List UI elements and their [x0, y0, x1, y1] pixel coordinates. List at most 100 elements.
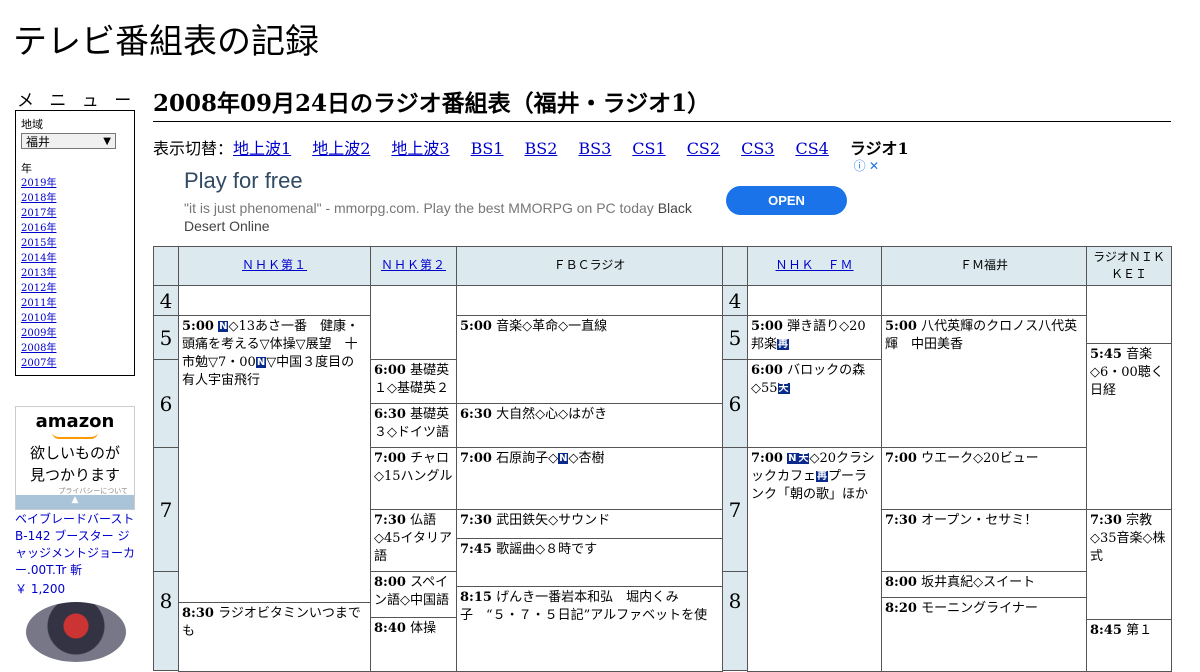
amazon-copy-line1: 欲しいものが — [29, 444, 120, 462]
hour-cell: 7 — [153, 447, 179, 572]
program-title: 大自然◇心◇はがき — [496, 407, 608, 422]
hour-cell: 6 — [722, 359, 748, 448]
year-label: 年 — [21, 162, 32, 175]
program-cell[interactable]: 7:00 ウエーク◇20ビュー — [881, 447, 1087, 510]
region-label: 地域 — [21, 118, 43, 131]
program-cell[interactable]: 8:30 ラジオビタミンいつまでも — [178, 602, 371, 672]
program-time: 7:30 — [885, 513, 917, 528]
empty-slot — [747, 285, 882, 316]
program-cell[interactable]: 7:00 チャロ◇15ハングル — [370, 447, 457, 510]
product-price: ￥ 1,200 — [15, 582, 66, 596]
rerun-badge-icon: 再 — [777, 339, 790, 350]
program-time: 7:00 — [374, 451, 406, 466]
program-time: 5:00 — [885, 319, 917, 334]
channel-link-nhkfm[interactable]: ＮＨＫ ＦＭ — [775, 258, 853, 272]
dropdown-arrow-icon: ▼ — [103, 136, 111, 147]
program-cell[interactable]: 6:30 基礎英３◇ドイツ語 — [370, 403, 457, 448]
menu-heading: メ ニ ュ ー — [17, 91, 137, 111]
hour-cell: 4 — [153, 285, 179, 316]
program-time: 7:30 — [374, 513, 406, 528]
program-title: 体操 — [410, 621, 437, 636]
channel-header-fmfukui: ＦＭ福井 — [881, 246, 1087, 286]
ad-open-button[interactable]: OPEN — [726, 186, 847, 215]
product-title[interactable]: ベイブレードバースト B-142 ブースター ジャッジメントジョーカー.00T.… — [15, 512, 135, 577]
product-link[interactable]: ベイブレードバースト B-142 ブースター ジャッジメントジョーカー.00T.… — [15, 511, 137, 579]
program-cell[interactable]: 7:45 歌謡曲◇８時です — [456, 538, 723, 587]
hour-cell: 6 — [153, 359, 179, 448]
amazon-scroll-up-icon[interactable]: ▲ — [16, 495, 134, 509]
program-cell[interactable]: 7:30 武田鉄矢◇サウンド — [456, 509, 723, 539]
year-link[interactable]: 2010年 — [21, 313, 56, 324]
channel-link-nhk2[interactable]: ＮＨＫ第２ — [381, 258, 446, 272]
empty-slot — [370, 285, 457, 360]
empty-slot — [881, 285, 1087, 316]
channel-header-fbc: ＦＢＣラジオ — [456, 246, 723, 286]
program-title: 音楽◇革命◇一直線 — [496, 319, 608, 334]
year-link[interactable]: 2011年 — [21, 298, 56, 309]
year-link[interactable]: 2008年 — [21, 343, 56, 354]
year-link[interactable]: 2017年 — [21, 208, 56, 219]
program-time: 5:00 — [460, 319, 492, 334]
program-cell[interactable]: 8:45 第１ — [1086, 619, 1172, 672]
year-link[interactable]: 2015年 — [21, 238, 56, 249]
program-title: げんき一番岩本和弘 堀内くみ子 “５・７・５日記”アルファベットを使 — [460, 590, 708, 623]
program-time: 5:00 — [751, 319, 783, 334]
year-link[interactable]: 2016年 — [21, 223, 56, 234]
year-link[interactable]: 2009年 — [21, 328, 56, 339]
program-title: 歌謡曲◇８時です — [496, 542, 598, 557]
program-time: 5:00 — [182, 319, 214, 334]
product-image[interactable] — [26, 602, 126, 662]
page-heading: 2008年09月24日のラジオ番組表（福井・ラジオ1） — [153, 84, 1171, 122]
amazon-copy-line2: 見つかります — [29, 466, 120, 484]
hour-cell: 8 — [153, 571, 179, 671]
channel-header-nikkei: ラジオＮＩＫＫＥＩ — [1086, 246, 1172, 286]
news-badge-icon: N — [787, 453, 798, 464]
program-cell[interactable]: 8:00 坂井真紀◇スイート — [881, 571, 1087, 598]
game-ad-banner[interactable]: ⓘ ✕ Play for free "it is just phenomenal… — [153, 156, 881, 246]
year-link[interactable]: 2014年 — [21, 253, 56, 264]
program-cell[interactable]: 7:30 オープン・セサミ！ — [881, 509, 1087, 572]
year-link[interactable]: 2012年 — [21, 283, 56, 294]
program-cell[interactable]: 5:45 音楽◇6・00聴く日経 — [1086, 343, 1172, 510]
program-cell[interactable]: 5:00 N◇13あさ一番 健康・頭痛を考える▽体操▽展望 十市勉▽7・00N▽… — [178, 315, 371, 603]
program-title: ◇杏樹 — [568, 451, 605, 466]
channel-name-fmfukui: ＦＭ福井 — [959, 258, 1008, 272]
program-time: 8:40 — [374, 621, 406, 636]
channel-link-nhk1[interactable]: ＮＨＫ第１ — [242, 258, 307, 272]
program-time: 8:00 — [885, 575, 917, 590]
program-time: 8:30 — [182, 606, 214, 621]
amazon-ad-banner[interactable]: amazon 欲しいものが 見つかります プライバシーについて ▲ — [15, 406, 135, 510]
program-time: 7:30 — [460, 513, 492, 528]
program-time: 6:30 — [374, 407, 406, 422]
program-cell[interactable]: 7:30 宗教◇35音楽◇株式 — [1086, 509, 1172, 620]
ad-choices-icon[interactable]: ⓘ ✕ — [854, 157, 879, 174]
program-time: 8:45 — [1090, 623, 1122, 638]
region-select[interactable]: 福井 ▼ — [21, 133, 116, 149]
program-cell[interactable]: 6:00 基礎英１◇基礎英２ — [370, 359, 457, 404]
year-link[interactable]: 2013年 — [21, 268, 56, 279]
year-link[interactable]: 2019年 — [21, 178, 56, 189]
program-cell[interactable]: 6:30 大自然◇心◇はがき — [456, 403, 723, 448]
program-cell[interactable]: 8:20 モーニングライナー — [881, 597, 1087, 672]
program-cell[interactable]: 8:40 体操 — [370, 617, 457, 672]
year-link[interactable]: 2018年 — [21, 193, 56, 204]
program-time: 7:45 — [460, 542, 492, 557]
program-cell[interactable]: 5:00 音楽◇革命◇一直線 — [456, 315, 723, 404]
program-cell[interactable]: 8:15 げんき一番岩本和弘 堀内くみ子 “５・７・５日記”アルファベットを使 — [456, 586, 723, 672]
corner-cell — [153, 246, 179, 286]
program-cell[interactable]: 8:00 スペイン語◇中国語 — [370, 571, 457, 618]
program-cell[interactable]: 5:00 弾き語り◇20邦楽再 — [747, 315, 882, 360]
ad-body: "it is just phenomenal" - mmorpg.com. Pl… — [184, 199, 694, 235]
program-cell[interactable]: 7:00 石原詢子◇N◇杏樹 — [456, 447, 723, 510]
program-cell[interactable]: 6:00 バロックの森◇55天 — [747, 359, 882, 448]
ad-headline[interactable]: Play for free — [184, 168, 303, 194]
program-cell[interactable]: 7:00 N 天◇20クラシックカフェ再プーランク「朝の歌」ほか — [747, 447, 882, 672]
program-cell[interactable]: 7:30 仏語◇45イタリア語 — [370, 509, 457, 572]
menu-box: 地域 福井 ▼ 年 2019年 2018年 2017年 2016年 2015年 … — [15, 110, 135, 376]
program-time: 7:00 — [751, 451, 783, 466]
program-cell[interactable]: 5:00 八代英輝のクロノス八代英輝 中田美香 — [881, 315, 1087, 448]
site-title: テレビ番組表の記録 — [13, 22, 319, 62]
ad-body-text: "it is just phenomenal" - mmorpg.com. Pl… — [184, 200, 654, 216]
region-selected-value: 福井 — [26, 135, 51, 149]
year-link[interactable]: 2007年 — [21, 358, 56, 369]
